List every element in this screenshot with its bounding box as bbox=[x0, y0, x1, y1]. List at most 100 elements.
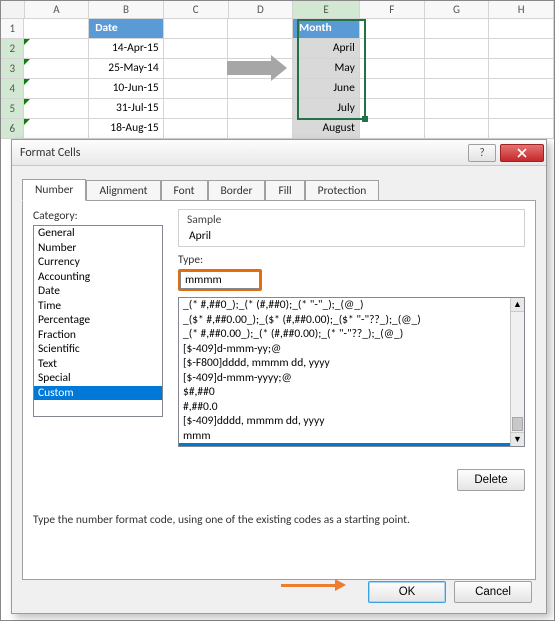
cell-D3[interactable] bbox=[228, 59, 293, 78]
category-item[interactable]: Scientific bbox=[34, 342, 162, 357]
cell-C3[interactable] bbox=[164, 59, 229, 78]
colhead-F[interactable]: F bbox=[360, 1, 425, 18]
tab-font[interactable]: Font bbox=[161, 180, 208, 201]
colhead-C[interactable]: C bbox=[164, 1, 229, 18]
category-item[interactable]: Special bbox=[34, 371, 162, 386]
cell-A2[interactable] bbox=[24, 39, 89, 58]
rowhead-5[interactable]: 5 bbox=[1, 99, 24, 118]
category-item[interactable]: Accounting bbox=[34, 270, 162, 285]
format-code-listbox[interactable]: _(* #,##0_);_(* (#,##0);_(* "-"_);_(@_)_… bbox=[178, 297, 525, 447]
cell-B4[interactable]: 10-Jun-15 bbox=[89, 79, 164, 98]
cell-C1[interactable] bbox=[164, 19, 229, 38]
tab-protection[interactable]: Protection bbox=[305, 180, 380, 201]
category-item[interactable]: General bbox=[34, 226, 162, 241]
format-code-item[interactable]: _(* #,##0_);_(* (#,##0);_(* "-"_);_(@_) bbox=[179, 298, 510, 313]
colhead-B[interactable]: B bbox=[89, 1, 164, 18]
cell-H5[interactable] bbox=[489, 99, 554, 118]
cell-F1[interactable] bbox=[360, 19, 425, 38]
colhead-E[interactable]: E bbox=[293, 1, 360, 18]
cell-F4[interactable] bbox=[360, 79, 425, 98]
close-button[interactable] bbox=[500, 144, 544, 162]
cell-E6[interactable]: August bbox=[293, 119, 360, 138]
cell-A1[interactable] bbox=[24, 19, 89, 38]
selection-fill-handle[interactable] bbox=[362, 116, 368, 122]
tab-alignment[interactable]: Alignment bbox=[86, 180, 160, 201]
format-code-item[interactable]: [$-409]d-mmm-yyyy;@ bbox=[179, 371, 510, 386]
cell-F3[interactable] bbox=[360, 59, 425, 78]
select-all-corner[interactable] bbox=[1, 1, 25, 18]
help-button[interactable]: ? bbox=[468, 144, 496, 162]
rowhead-1[interactable]: 1 bbox=[1, 19, 24, 38]
format-code-item[interactable]: mmm bbox=[179, 429, 510, 444]
category-item[interactable]: Number bbox=[34, 241, 162, 256]
cell-H6[interactable] bbox=[489, 119, 554, 138]
cell-C6[interactable] bbox=[164, 119, 229, 138]
category-item[interactable]: Time bbox=[34, 299, 162, 314]
cell-C5[interactable] bbox=[164, 99, 229, 118]
format-code-item[interactable]: #,##0.0 bbox=[179, 400, 510, 415]
cell-G5[interactable] bbox=[425, 99, 490, 118]
format-code-item[interactable]: _(* #,##0.00_);_(* (#,##0.00);_(* "-"??_… bbox=[179, 327, 510, 342]
category-item[interactable]: Custom bbox=[34, 386, 162, 401]
cancel-button[interactable]: Cancel bbox=[454, 581, 532, 603]
colhead-G[interactable]: G bbox=[425, 1, 490, 18]
cell-C4[interactable] bbox=[164, 79, 229, 98]
category-item[interactable]: Currency bbox=[34, 255, 162, 270]
cell-E2[interactable]: April bbox=[293, 39, 360, 58]
cell-B5[interactable]: 31-Jul-15 bbox=[89, 99, 164, 118]
cell-G6[interactable] bbox=[425, 119, 490, 138]
format-code-item[interactable]: _($* #,##0.00_);_($* (#,##0.00);_($* "-"… bbox=[179, 313, 510, 328]
scroll-down-icon[interactable]: ▼ bbox=[511, 432, 524, 446]
format-code-item[interactable]: [$-F800]dddd, mmmm dd, yyyy bbox=[179, 356, 510, 371]
cell-B6[interactable]: 18-Aug-15 bbox=[89, 119, 164, 138]
ok-button[interactable]: OK bbox=[368, 581, 446, 603]
rowhead-2[interactable]: 2 bbox=[1, 39, 24, 58]
tab-number[interactable]: Number bbox=[22, 179, 86, 201]
rowhead-6[interactable]: 6 bbox=[1, 119, 24, 138]
cell-D4[interactable] bbox=[228, 79, 293, 98]
cell-B1[interactable]: Date bbox=[89, 19, 164, 38]
scrollbar[interactable]: ▲ ▼ bbox=[510, 298, 524, 446]
cell-F6[interactable] bbox=[360, 119, 425, 138]
tab-fill[interactable]: Fill bbox=[265, 180, 304, 201]
cell-D1[interactable] bbox=[228, 19, 293, 38]
category-item[interactable]: Percentage bbox=[34, 313, 162, 328]
format-code-item[interactable]: mmmm bbox=[179, 443, 510, 446]
cell-D6[interactable] bbox=[228, 119, 293, 138]
colhead-D[interactable]: D bbox=[229, 1, 294, 18]
format-code-item[interactable]: [$-409]dddd, mmmm dd, yyyy bbox=[179, 414, 510, 429]
cell-E4[interactable]: June bbox=[293, 79, 360, 98]
category-item[interactable]: Text bbox=[34, 357, 162, 372]
cell-G2[interactable] bbox=[425, 39, 490, 58]
cell-B3[interactable]: 25-May-14 bbox=[89, 59, 164, 78]
category-listbox[interactable]: GeneralNumberCurrencyAccountingDateTimeP… bbox=[33, 225, 163, 417]
dialog-titlebar[interactable]: Format Cells ? bbox=[12, 140, 546, 166]
cell-A4[interactable] bbox=[24, 79, 89, 98]
cell-G3[interactable] bbox=[425, 59, 490, 78]
cell-C2[interactable] bbox=[164, 39, 229, 58]
cell-H3[interactable] bbox=[489, 59, 554, 78]
cell-B2[interactable]: 14-Apr-15 bbox=[89, 39, 164, 58]
cell-H4[interactable] bbox=[489, 79, 554, 98]
format-code-item[interactable]: $#,##0 bbox=[179, 385, 510, 400]
scroll-thumb[interactable] bbox=[512, 417, 523, 431]
category-item[interactable]: Fraction bbox=[34, 328, 162, 343]
cell-A5[interactable] bbox=[24, 99, 89, 118]
category-item[interactable]: Date bbox=[34, 284, 162, 299]
cell-D5[interactable] bbox=[228, 99, 293, 118]
cell-E5[interactable]: July bbox=[293, 99, 360, 118]
cell-F2[interactable] bbox=[360, 39, 425, 58]
format-code-item[interactable]: [$-409]d-mmm-yy;@ bbox=[179, 342, 510, 357]
cell-G4[interactable] bbox=[425, 79, 490, 98]
type-input[interactable] bbox=[180, 271, 260, 289]
delete-button[interactable]: Delete bbox=[457, 469, 525, 491]
cell-H2[interactable] bbox=[489, 39, 554, 58]
tab-border[interactable]: Border bbox=[208, 180, 266, 201]
colhead-H[interactable]: H bbox=[489, 1, 554, 18]
rowhead-3[interactable]: 3 bbox=[1, 59, 24, 78]
cell-E3[interactable]: May bbox=[293, 59, 360, 78]
cell-A3[interactable] bbox=[24, 59, 89, 78]
scroll-up-icon[interactable]: ▲ bbox=[511, 298, 524, 312]
colhead-A[interactable]: A bbox=[25, 1, 90, 18]
cell-F5[interactable] bbox=[360, 99, 425, 118]
